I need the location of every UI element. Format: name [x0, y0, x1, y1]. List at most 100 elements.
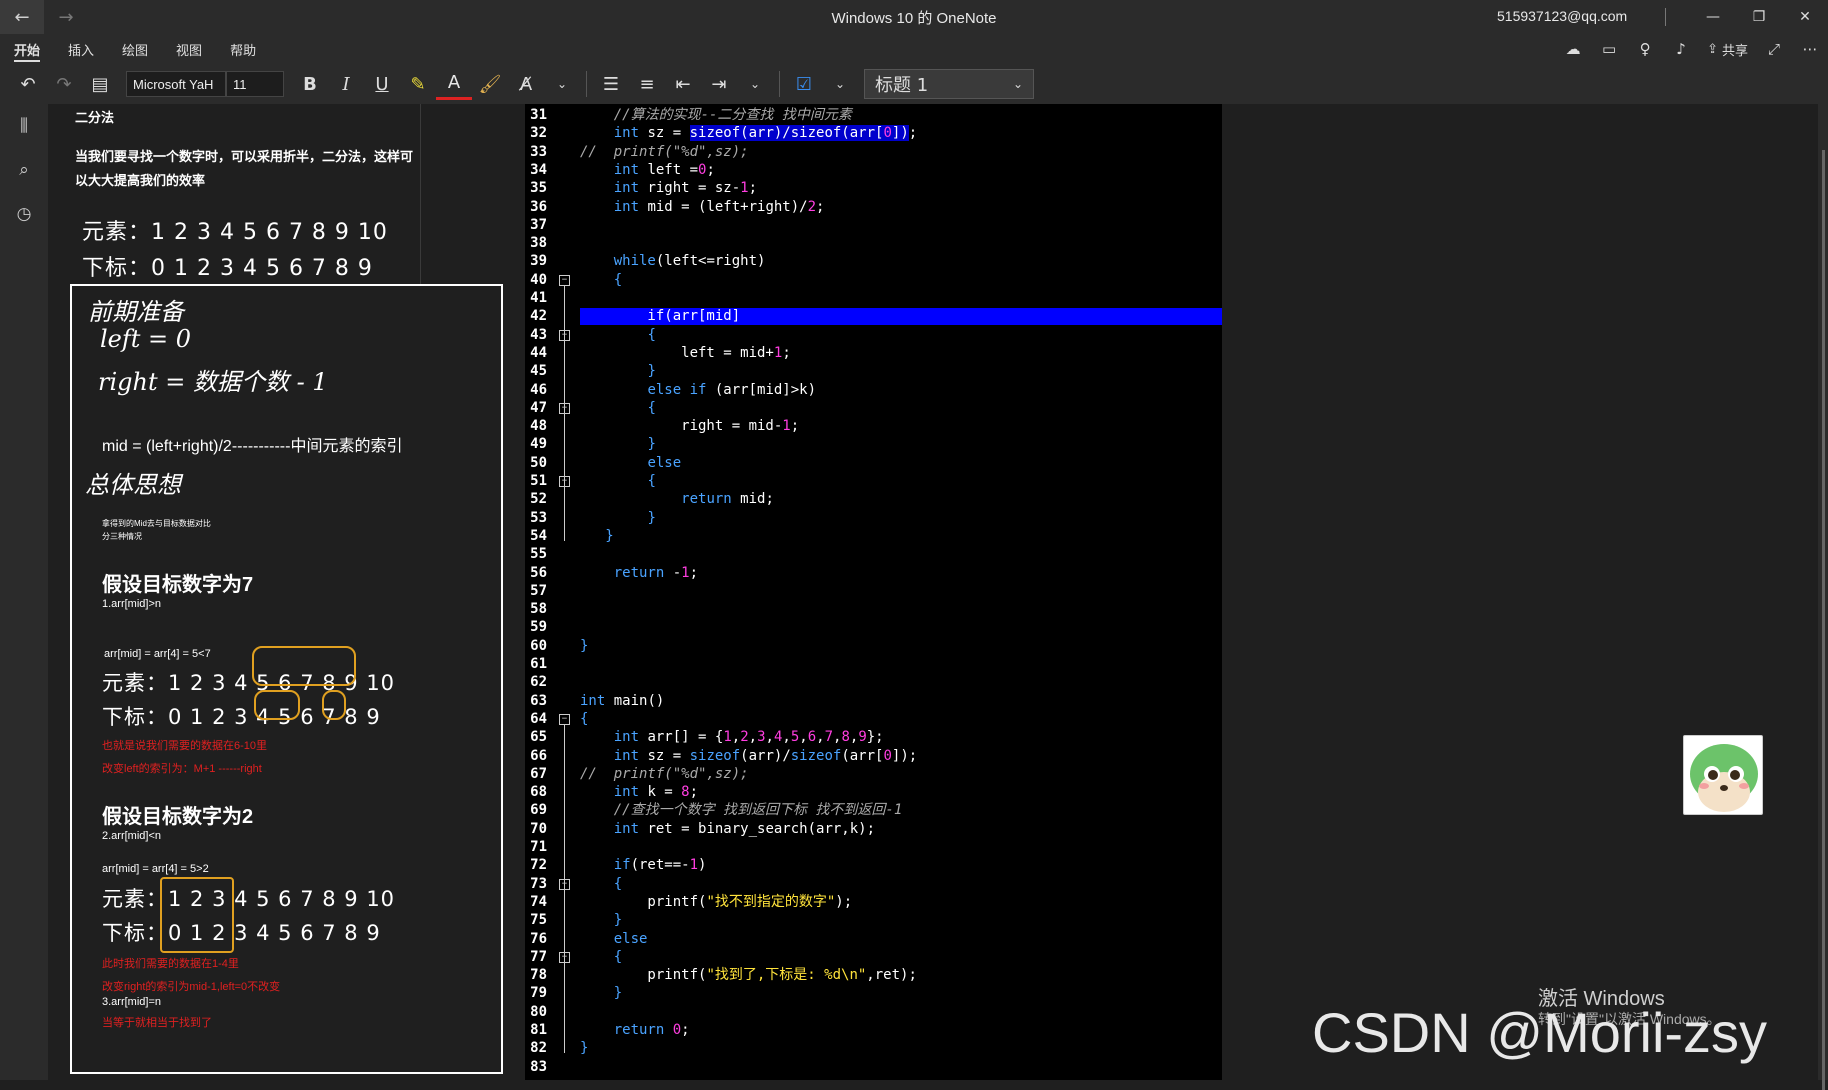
code-line: 61 [525, 655, 1222, 673]
indent-icon[interactable]: ⇥ [701, 68, 737, 100]
share-button[interactable]: ⇪ 共享 [1699, 40, 1756, 59]
case2-index: 下标：0 1 2 3 4 5 6 7 8 9 [102, 921, 381, 945]
line-number: 74 [530, 893, 547, 910]
code-text: } [605, 527, 614, 544]
code-line: 38 [525, 234, 1222, 252]
code-text: } [647, 509, 656, 526]
undo-icon[interactable]: ↶ [10, 68, 46, 100]
clear-format-icon[interactable]: A̸ [508, 68, 544, 100]
line-number: 48 [530, 418, 547, 435]
case2-sub: 2.arr[mid]<n [102, 830, 161, 842]
code-line: 68 int k = 8; [525, 783, 1222, 801]
chevron-down-icon[interactable]: ⌄ [544, 68, 580, 100]
line-number: 71 [530, 839, 547, 855]
line-number: 62 [530, 674, 547, 691]
search-icon[interactable]: ⌕ [0, 148, 48, 192]
line-number: 39 [530, 253, 547, 270]
close-button[interactable]: ✕ [1782, 0, 1828, 34]
italic-icon[interactable]: I [328, 68, 364, 100]
recent-icon[interactable]: ◷ [0, 192, 48, 236]
mid-formula: mid = (left+right)/2-----------中间元素的索引 [102, 438, 403, 455]
share-label: 共享 [1721, 43, 1748, 59]
forward-button[interactable]: → [44, 0, 88, 34]
code-line: 51− { [525, 472, 1222, 490]
code-line: 33 // printf("%d",sz); [525, 143, 1222, 161]
tiny-note-1: 拿得到的Mid去与目标数据对比 [102, 519, 211, 528]
style-dropdown[interactable]: 标题 1 ⌄ [864, 69, 1034, 99]
code-line: 39 while(left<=right) [525, 252, 1222, 270]
format-painter-icon[interactable]: 🖌 [472, 68, 508, 100]
lightbulb-icon[interactable]: ♀ [1627, 34, 1663, 64]
redo-icon[interactable]: ↷ [46, 68, 82, 100]
case7-eq: arr[mid] = arr[4] = 5<7 [104, 648, 211, 660]
code-text: { [580, 710, 589, 727]
chevron-down-icon[interactable]: ⌄ [737, 68, 773, 100]
code-line: 73− { [525, 875, 1222, 893]
underline-icon[interactable]: U [364, 68, 400, 100]
tab-insert[interactable]: 插入 [54, 34, 108, 64]
line-number: 57 [530, 582, 547, 599]
code-text: { [613, 948, 623, 965]
line-number: 31 [530, 107, 547, 123]
line-number: 80 [530, 1003, 547, 1020]
code-line: 50 else [525, 454, 1222, 472]
code-line: 67 // printf("%d",sz); [525, 765, 1222, 783]
line-number: 75 [530, 912, 547, 929]
code-line: 81 return 0; [525, 1021, 1222, 1039]
code-line: 52 return mid; [525, 490, 1222, 508]
outdent-icon[interactable]: ⇤ [665, 68, 701, 100]
code-text: } [647, 363, 656, 380]
notebooks-icon[interactable]: ⫼ [0, 104, 48, 148]
page-view-icon[interactable]: ▭ [1591, 34, 1627, 64]
line-number: 76 [530, 930, 547, 947]
font-name-box[interactable]: Microsoft YaH [126, 71, 226, 97]
code-line: 83 [525, 1058, 1222, 1076]
line-number: 34 [530, 161, 547, 178]
tab-draw[interactable]: 绘图 [108, 34, 162, 64]
bold-icon[interactable]: B [292, 68, 328, 100]
font-color-icon[interactable]: A [436, 68, 472, 100]
line-number: 33 [530, 143, 547, 160]
tiny-note-2: 分三种情况 [102, 532, 142, 541]
numbered-list-icon[interactable]: ≡ [629, 68, 665, 100]
code-line: 57 [525, 582, 1222, 600]
tab-help[interactable]: 帮助 [216, 34, 270, 64]
scrollbar-thumb[interactable] [1822, 150, 1825, 1090]
code-text: if(ret==-1) [613, 857, 707, 874]
code-text: int main() [580, 692, 665, 709]
account-email[interactable]: 515937123@qq.com [1497, 8, 1627, 24]
font-size-box[interactable]: 11 [226, 71, 284, 97]
sync-icon[interactable]: ☁ [1555, 34, 1591, 64]
chevron-down-icon[interactable]: ⌄ [822, 68, 858, 100]
clipboard-icon[interactable]: ▤ [82, 68, 118, 100]
tab-home[interactable]: 开始 [0, 34, 54, 64]
more-icon[interactable]: ⋯ [1792, 34, 1828, 64]
tab-view[interactable]: 视图 [162, 34, 216, 64]
bullet-list-icon[interactable]: ☰ [593, 68, 629, 100]
fullscreen-icon[interactable]: ⤢ [1756, 34, 1792, 64]
code-line: 32 int sz = sizeof(arr)/sizeof(arr[0]); [525, 124, 1222, 142]
code-line: 72 if(ret==-1) [525, 856, 1222, 874]
minimize-button[interactable]: — [1690, 0, 1736, 34]
bell-icon[interactable]: ♪ [1663, 34, 1699, 64]
todo-checkbox-icon[interactable]: ☑ [786, 68, 822, 100]
index-line: 下标：0 1 2 3 4 5 6 7 8 9 [82, 256, 373, 281]
code-line: 37 [525, 216, 1222, 234]
code-line: 53 } [525, 509, 1222, 527]
code-line: 47− { [525, 399, 1222, 417]
handwriting-idea: 总体思想 [85, 471, 181, 499]
code-line: 58 [525, 600, 1222, 618]
highlighter-icon[interactable]: ✎ [400, 68, 436, 100]
code-text: //算法的实现--二分查找 找中间元素 [613, 107, 852, 123]
code-line: 42 if(arr[mid] [525, 307, 1222, 326]
code-text: int right = sz-1; [613, 180, 758, 197]
line-number: 68 [530, 784, 547, 801]
back-button[interactable]: ← [0, 0, 44, 34]
code-text: } [613, 985, 623, 1002]
code-text: int k = 8; [613, 784, 699, 801]
line-number: 82 [530, 1040, 547, 1057]
case2-eq: arr[mid] = arr[4] = 5>2 [102, 863, 209, 875]
code-text: int sz = sizeof(arr)/sizeof(arr[0]); [613, 747, 918, 764]
code-line: 55 [525, 545, 1222, 563]
restore-button[interactable]: ❐ [1736, 0, 1782, 34]
